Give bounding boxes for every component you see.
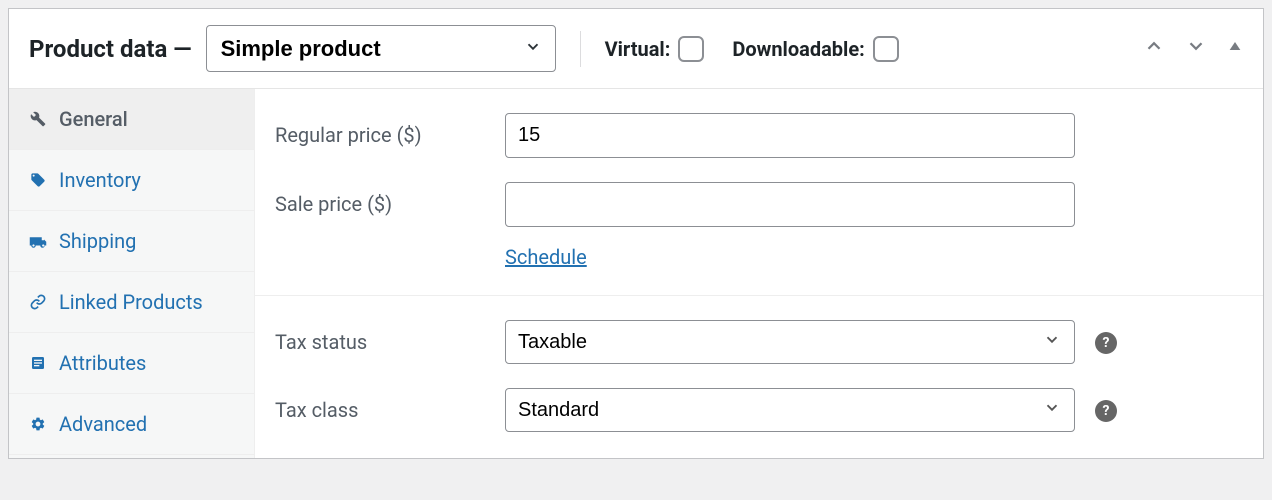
collapse-toggle-icon[interactable] [1227, 38, 1243, 59]
wrench-icon [29, 110, 47, 128]
virtual-option: Virtual: [605, 36, 705, 62]
tax-class-select[interactable]: Standard [505, 388, 1075, 432]
truck-icon [29, 232, 47, 250]
panel-title: Product data — [29, 35, 192, 63]
side-tabs: General Inventory Shipping Linked Produc… [9, 89, 255, 458]
tax-status-select[interactable]: Taxable [505, 320, 1075, 364]
regular-price-input[interactable] [505, 113, 1075, 158]
downloadable-option: Downloadable: [732, 36, 898, 62]
downloadable-label: Downloadable: [732, 37, 864, 61]
tax-status-label: Tax status [275, 320, 505, 354]
virtual-label: Virtual: [605, 37, 671, 61]
help-icon[interactable]: ? [1095, 400, 1117, 422]
product-data-panel: Product data — Simple product Virtual: D… [8, 8, 1264, 459]
tab-label: General [59, 107, 128, 131]
tax-section: Tax status Taxable ? [255, 295, 1263, 458]
panel-header: Product data — Simple product Virtual: D… [9, 9, 1263, 89]
sale-price-label: Sale price ($) [275, 182, 505, 216]
regular-price-label: Regular price ($) [275, 113, 505, 147]
tab-advanced[interactable]: Advanced [9, 394, 254, 455]
product-type-select[interactable]: Simple product [206, 25, 556, 72]
panel-body: General Inventory Shipping Linked Produc… [9, 89, 1263, 458]
tab-label: Attributes [59, 351, 146, 375]
tab-attributes[interactable]: Attributes [9, 333, 254, 394]
chevron-up-icon[interactable] [1143, 35, 1165, 62]
tag-icon [29, 171, 47, 189]
tab-general[interactable]: General [9, 89, 254, 150]
link-icon [29, 293, 47, 311]
header-actions [1143, 35, 1243, 62]
chevron-down-icon[interactable] [1185, 35, 1207, 62]
regular-price-row: Regular price ($) [275, 113, 1243, 158]
tax-class-row: Tax class Standard ? [275, 388, 1243, 432]
gear-icon [29, 415, 47, 433]
tab-label: Linked Products [59, 290, 203, 314]
sale-price-input[interactable] [505, 182, 1075, 227]
tab-content: Regular price ($) Sale price ($) Schedul… [255, 89, 1263, 458]
tab-shipping[interactable]: Shipping [9, 211, 254, 272]
tax-class-label: Tax class [275, 388, 505, 422]
divider [580, 31, 581, 67]
tab-label: Inventory [59, 168, 141, 192]
tax-status-row: Tax status Taxable ? [275, 320, 1243, 364]
sale-price-row: Sale price ($) Schedule [275, 182, 1243, 269]
downloadable-checkbox[interactable] [873, 36, 899, 62]
tab-label: Advanced [59, 412, 147, 436]
tab-linked-products[interactable]: Linked Products [9, 272, 254, 333]
schedule-link[interactable]: Schedule [505, 245, 1075, 269]
list-icon [29, 354, 47, 372]
tab-inventory[interactable]: Inventory [9, 150, 254, 211]
help-icon[interactable]: ? [1095, 332, 1117, 354]
pricing-section: Regular price ($) Sale price ($) Schedul… [255, 89, 1263, 295]
virtual-checkbox[interactable] [678, 36, 704, 62]
tab-label: Shipping [59, 229, 136, 253]
